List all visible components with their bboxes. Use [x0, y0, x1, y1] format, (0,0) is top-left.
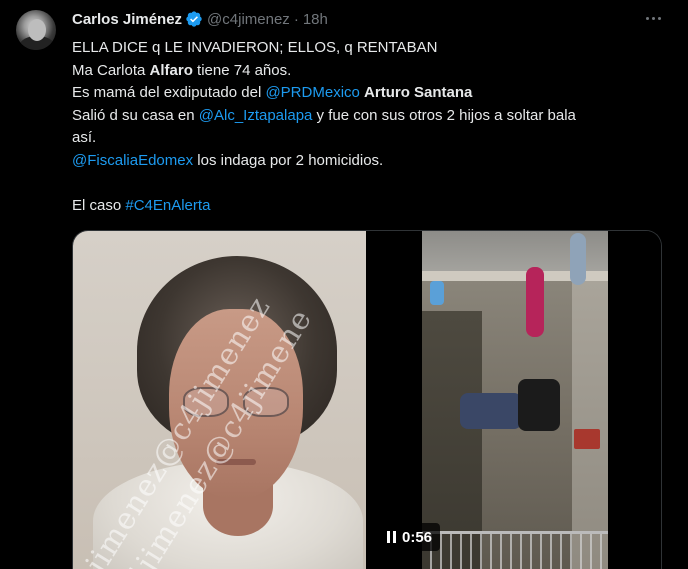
text-segment: Ma Carlota [72, 61, 150, 79]
tweet-line: así. [72, 129, 97, 147]
text-segment: tiene 74 años. [192, 61, 292, 79]
text-segment: Salió d su casa en [72, 106, 199, 124]
tweet-header: Carlos Jiménez @c4jimenez · 18h [72, 9, 328, 29]
scene-photo [422, 231, 608, 569]
tweet-text: ELLA DICE q LE INVADIERON; ELLOS, q RENT… [72, 37, 668, 218]
pause-icon[interactable] [387, 531, 396, 543]
tweet-line: ELLA DICE q LE INVADIERON; ELLOS, q RENT… [72, 39, 438, 56]
bold-text: Arturo Santana [364, 84, 473, 102]
separator-dot: · [293, 10, 299, 28]
hashtag-link[interactable]: #C4EnAlerta [125, 197, 210, 214]
author-name[interactable]: Carlos Jiménez [72, 11, 182, 28]
tweet-line: @FiscaliaEdomex los indaga por 2 homicid… [72, 150, 668, 173]
text-segment: los indaga por 2 homicidios. [193, 151, 384, 169]
red-box [574, 429, 600, 449]
author-handle[interactable]: @c4jimenez [207, 11, 290, 28]
tweet-line: Es mamá del exdiputado del @PRDMexico Ar… [72, 82, 668, 105]
avatar-face [28, 19, 46, 41]
bold-text: Alfaro [149, 61, 193, 79]
sidewalk [572, 281, 608, 569]
mention-link-prdmexico[interactable]: @PRDMexico [265, 84, 359, 101]
fence [422, 531, 608, 569]
person-standing [570, 233, 586, 285]
mention-link-fiscalia[interactable]: @FiscaliaEdomex [72, 152, 193, 169]
text-segment: y fue con sus otros 2 hijos a soltar bal… [312, 106, 576, 124]
verified-badge-icon [186, 11, 202, 27]
tweet[interactable]: Carlos Jiménez @c4jimenez · 18h ELLA DIC… [0, 0, 688, 569]
video-letterbox [366, 231, 422, 569]
video-duration: 0:56 [402, 528, 433, 546]
text-segment: El caso [72, 197, 126, 215]
video-duration-badge[interactable]: 0:56 [379, 523, 441, 551]
tweet-line: El caso #C4EnAlerta [72, 195, 668, 218]
text-segment: Es mamá del exdiputado del [72, 84, 266, 102]
video-player[interactable]: jimenez@c4jimenez 4jimenez@c4jimene 0:56 [72, 230, 662, 569]
person-on-ground [460, 393, 522, 429]
portrait-photo: jimenez@c4jimenez 4jimenez@c4jimene [73, 231, 366, 569]
video-letterbox [608, 231, 661, 569]
timestamp[interactable]: 18h [303, 11, 328, 28]
person-kneeling [518, 379, 560, 431]
more-options-icon[interactable] [640, 8, 666, 28]
mention-link-iztapalapa[interactable]: @Alc_Iztapalapa [199, 107, 313, 124]
person-woman-pink [526, 267, 544, 337]
author-avatar[interactable] [16, 10, 56, 50]
tweet-line: Salió d su casa en @Alc_Iztapalapa y fue… [72, 105, 668, 128]
tweet-line: Ma Carlota Alfaro tiene 74 años. [72, 60, 668, 83]
water-jug [430, 281, 444, 305]
